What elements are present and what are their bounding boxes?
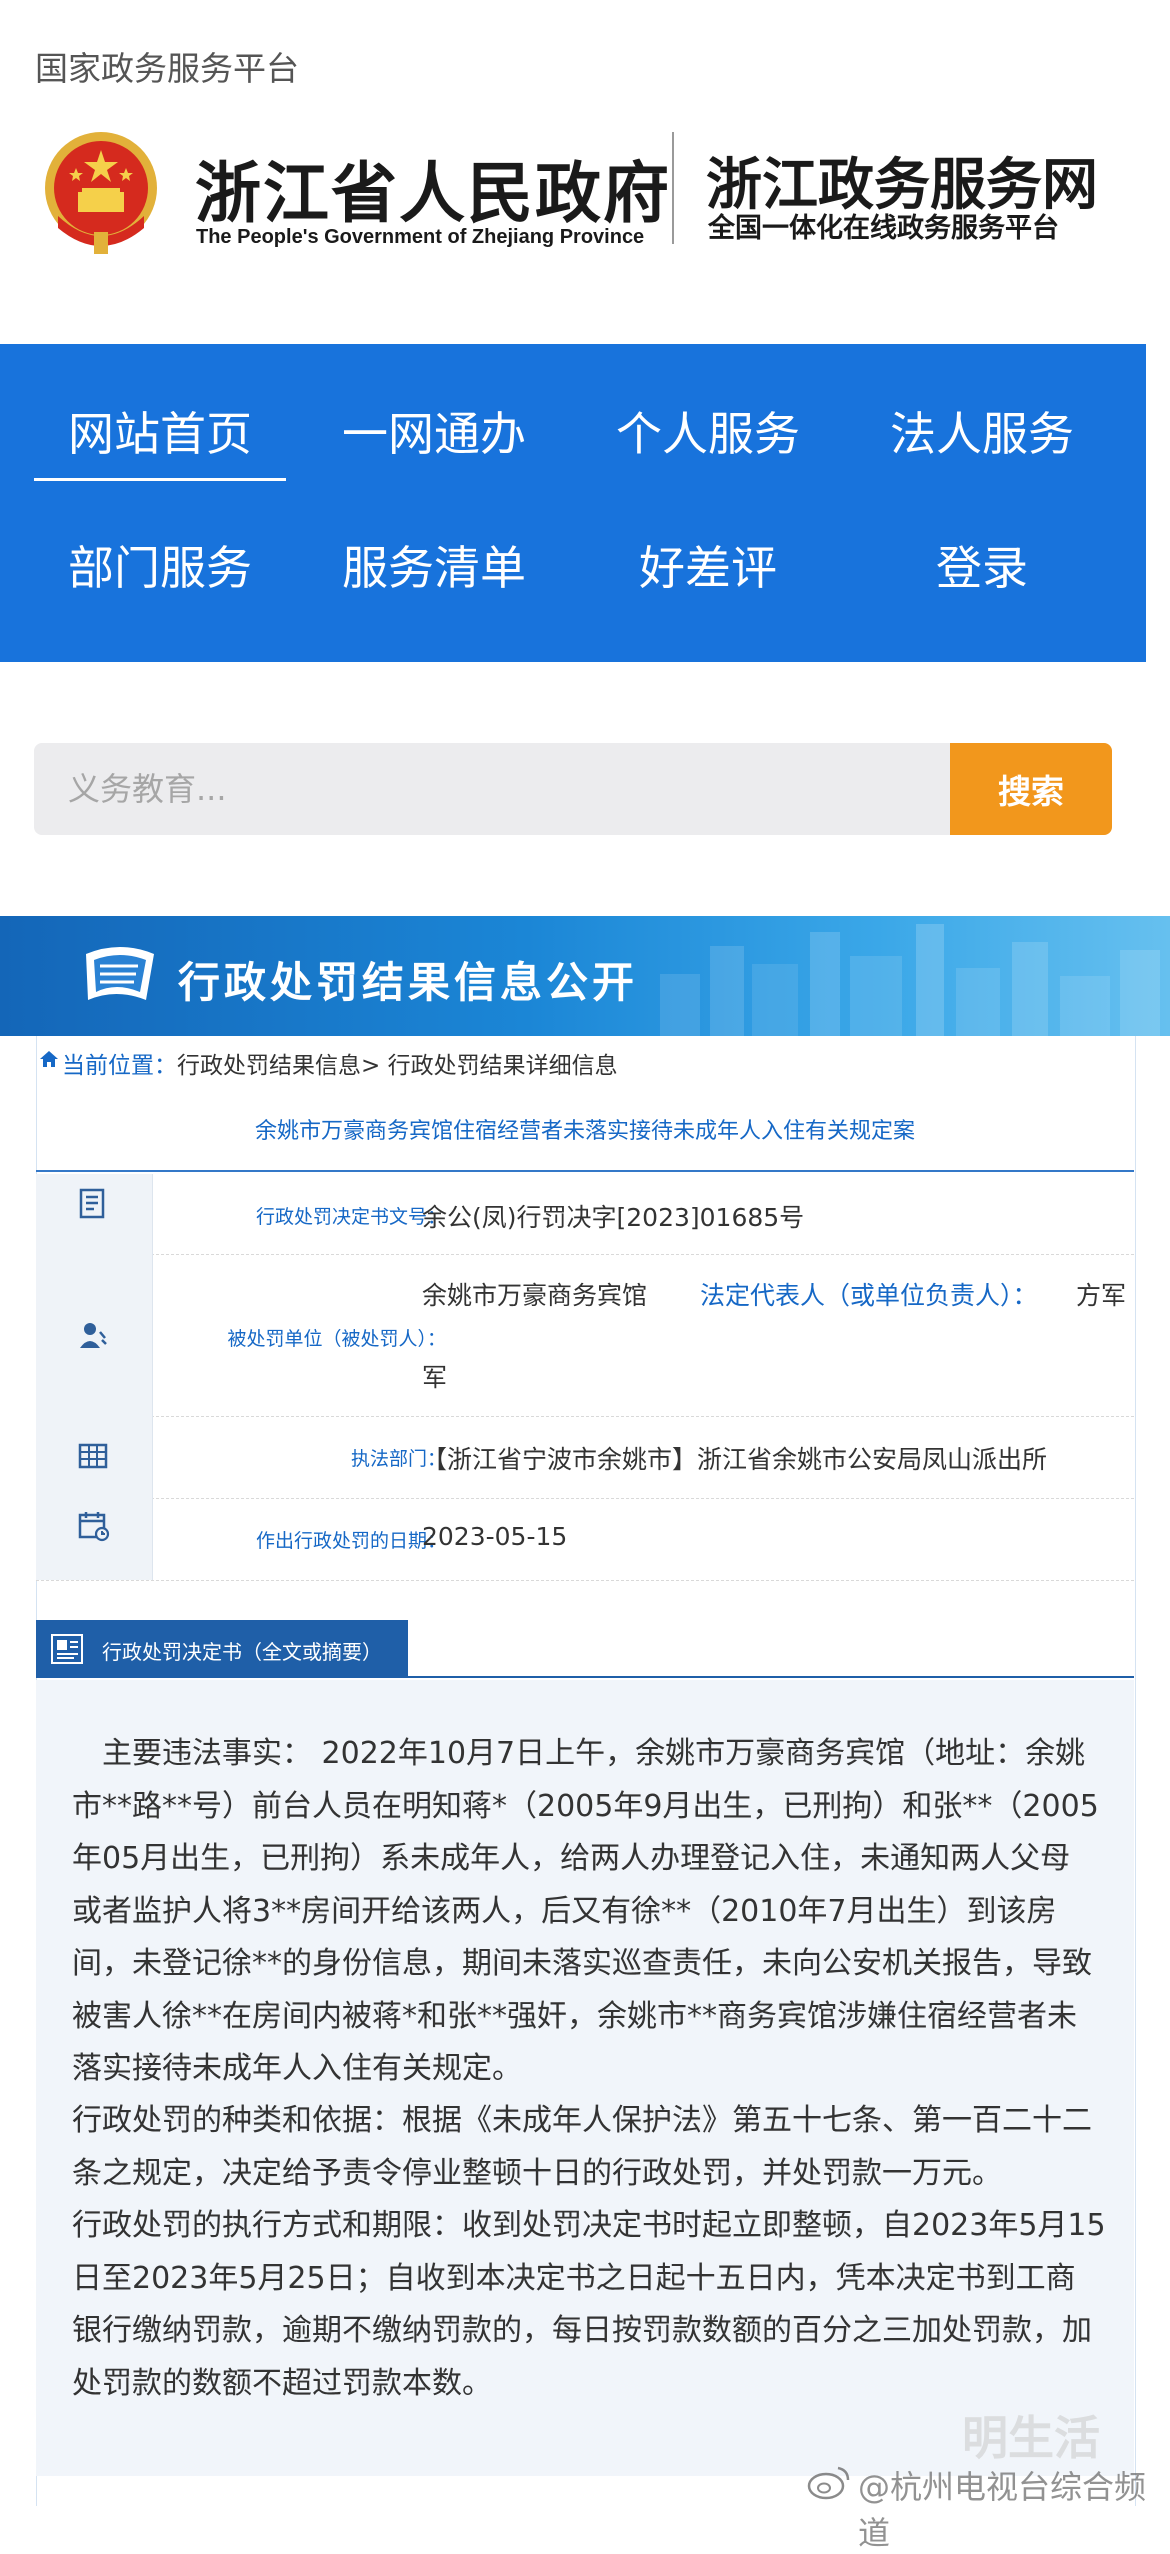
basis-line: 行政处罚的种类和依据：根据《未成年人保护法》第五十七条、第一百二十二 (72, 2103, 1092, 2138)
service-subtitle: 全国一体化在线政务服务平台 (708, 213, 1059, 244)
watermark-source: @杭州电视台综合频道 (858, 2468, 1147, 2552)
case-title: 余姚市万豪商务宾馆住宿经营者未落实接待未成年人入住有关规定案 (254, 1119, 915, 1144)
document-icon (79, 1188, 105, 1219)
gov-name-cn[interactable]: 浙江省人民政府 (195, 140, 671, 236)
calendar-icon (78, 1512, 110, 1542)
nav-active-underline (34, 478, 286, 481)
execution-line: 行政处罚的执行方式和期限：收到处罚决定书时起立即整顿，自2023年5月15 (72, 2208, 1106, 2243)
facts-line: 年05月出生，已刑拘）系未成年人，给两人办理登记入住，未通知两人父母 (72, 1841, 1071, 1876)
facts-line: 落实接待未成年人入住有关规定。 (72, 2051, 522, 2086)
party-label: 被处罚单位（被处罚人）： (227, 1328, 446, 1350)
rep-value-line2: 军 (422, 1363, 448, 1392)
facts-paragraph: 主要违法事实： 2022年10月7日上午，余姚市万豪商务宾馆（地址：余姚 市**… (72, 1728, 1112, 2096)
watermark-brand: 明生活 (962, 2411, 1100, 2465)
doc-number-value: 余公(凤)行罚决字[2023]01685号 (422, 1203, 805, 1232)
department-value: 【浙江省宁波市余姚市】浙江省余姚市公安局凤山派出所 (422, 1445, 1048, 1474)
search-input[interactable] (34, 743, 950, 835)
nav-item-login[interactable]: 登录 (845, 532, 1119, 598)
banner-title: 行政处罚结果信息公开 (178, 958, 639, 1007)
rep-label: 法定代表人（或单位负责人）： (700, 1281, 1038, 1310)
facts-line: 被害人徐**在房间内被蒋*和张**强奸，余姚市**商务宾馆涉嫌住宿经营者未 (72, 1998, 1077, 2034)
person-icon (80, 1323, 107, 1348)
breadcrumb-path[interactable]: 行政处罚结果信息> 行政处罚结果详细信息 (177, 1053, 618, 1079)
party-name: 余姚市万豪商务宾馆 (422, 1281, 648, 1310)
section-banner: 行政处罚结果信息公开 (0, 916, 1170, 1036)
facts-line: 市**路**号）前台人员在明知蒋*（2005年9月出生，已刑拘）和张**（200… (72, 1788, 1099, 1824)
facts-line: 或者监护人将3**房间开给该两人，后又有徐**（2010年7月出生）到该房 (72, 1893, 1057, 1929)
info-row-doc-number: 行政处罚决定书文号： 余公(凤)行罚决字[2023]01685号 (36, 1174, 1134, 1255)
rep-value-line1: 方军 (1076, 1281, 1127, 1310)
book-icon (86, 947, 154, 1000)
decision-rule (36, 1676, 1134, 1678)
basis-paragraph: 行政处罚的种类和依据：根据《未成年人保护法》第五十七条、第一百二十二 条之规定，… (72, 2095, 1112, 2200)
gov-name-en: The People's Government of Zhejiang Prov… (196, 226, 645, 248)
facts-line: 主要违法事实： 2022年10月7日上午，余姚市万豪商务宾馆（地址：余姚 (72, 1736, 1086, 1771)
skyline-decoration (660, 924, 1160, 1036)
icon-cell (36, 1254, 153, 1416)
nav-item-department[interactable]: 部门服务 (23, 532, 297, 598)
info-top-rule (36, 1170, 1134, 1172)
header-divider (672, 132, 674, 244)
execution-line: 日至2023年5月25日；自收到本决定书之日起十五日内，凭本决定书到工商 (72, 2260, 1076, 2296)
date-label: 作出行政处罚的日期： (255, 1530, 446, 1552)
portal-label[interactable]: 国家政务服务平台 (35, 42, 299, 90)
decision-tab[interactable]: 行政处罚决定书（全文或摘要） (36, 1620, 408, 1678)
breadcrumb-label: 当前位置： (62, 1053, 177, 1079)
building-icon (78, 1443, 108, 1469)
breadcrumb: 当前位置：行政处罚结果信息> 行政处罚结果详细信息 (62, 1046, 618, 1080)
main-nav: 网站首页 一网通办 个人服务 法人服务 部门服务 服务清单 好差评 登录 (0, 344, 1146, 662)
date-value: 2023-05-15 (422, 1522, 568, 1551)
execution-line: 银行缴纳罚款，逾期不缴纳罚款的，每日按罚款数额的百分之三加处罚款，加 (72, 2313, 1092, 2348)
icon-cell (36, 1416, 153, 1498)
national-emblem-icon (45, 132, 157, 254)
department-label: 执法部门： (350, 1448, 446, 1470)
home-icon[interactable] (38, 1048, 60, 1070)
nav-item-legal-person[interactable]: 法人服务 (845, 398, 1119, 464)
search-button[interactable]: 搜索 (950, 743, 1112, 835)
basis-line: 条之规定，决定给予责令停业整顿十日的行政处罚，并处罚款一万元。 (72, 2155, 1002, 2191)
info-row-date: 作出行政处罚的日期： 2023-05-15 (36, 1498, 1134, 1581)
doc-number-label: 行政处罚决定书文号： (255, 1206, 446, 1228)
nav-item-personal[interactable]: 个人服务 (571, 398, 845, 464)
execution-line: 处罚款的数额不超过罚款本数。 (72, 2365, 492, 2401)
nav-item-service-list[interactable]: 服务清单 (297, 532, 571, 598)
info-row-department: 执法部门： 【浙江省宁波市余姚市】浙江省余姚市公安局凤山派出所 (36, 1416, 1134, 1499)
nav-item-rating[interactable]: 好差评 (571, 532, 845, 598)
decision-tab-label: 行政处罚决定书（全文或摘要） (102, 1640, 382, 1664)
info-row-party: 被处罚单位（被处罚人）： 余姚市万豪商务宾馆 法定代表人（或单位负责人）： 方军… (36, 1254, 1134, 1417)
icon-cell (36, 1174, 153, 1254)
icon-cell (36, 1498, 153, 1580)
nav-item-home[interactable]: 网站首页 (23, 398, 297, 464)
execution-paragraph: 行政处罚的执行方式和期限：收到处罚决定书时起立即整顿，自2023年5月15 日至… (72, 2200, 1112, 2410)
nav-item-one-network[interactable]: 一网通办 (297, 398, 571, 464)
facts-line: 间，未登记徐**的身份信息，期间未落实巡查责任，未向公安机关报告，导致 (72, 1946, 1092, 1981)
decision-doc-icon (51, 1634, 83, 1664)
weibo-icon (807, 2466, 850, 2500)
